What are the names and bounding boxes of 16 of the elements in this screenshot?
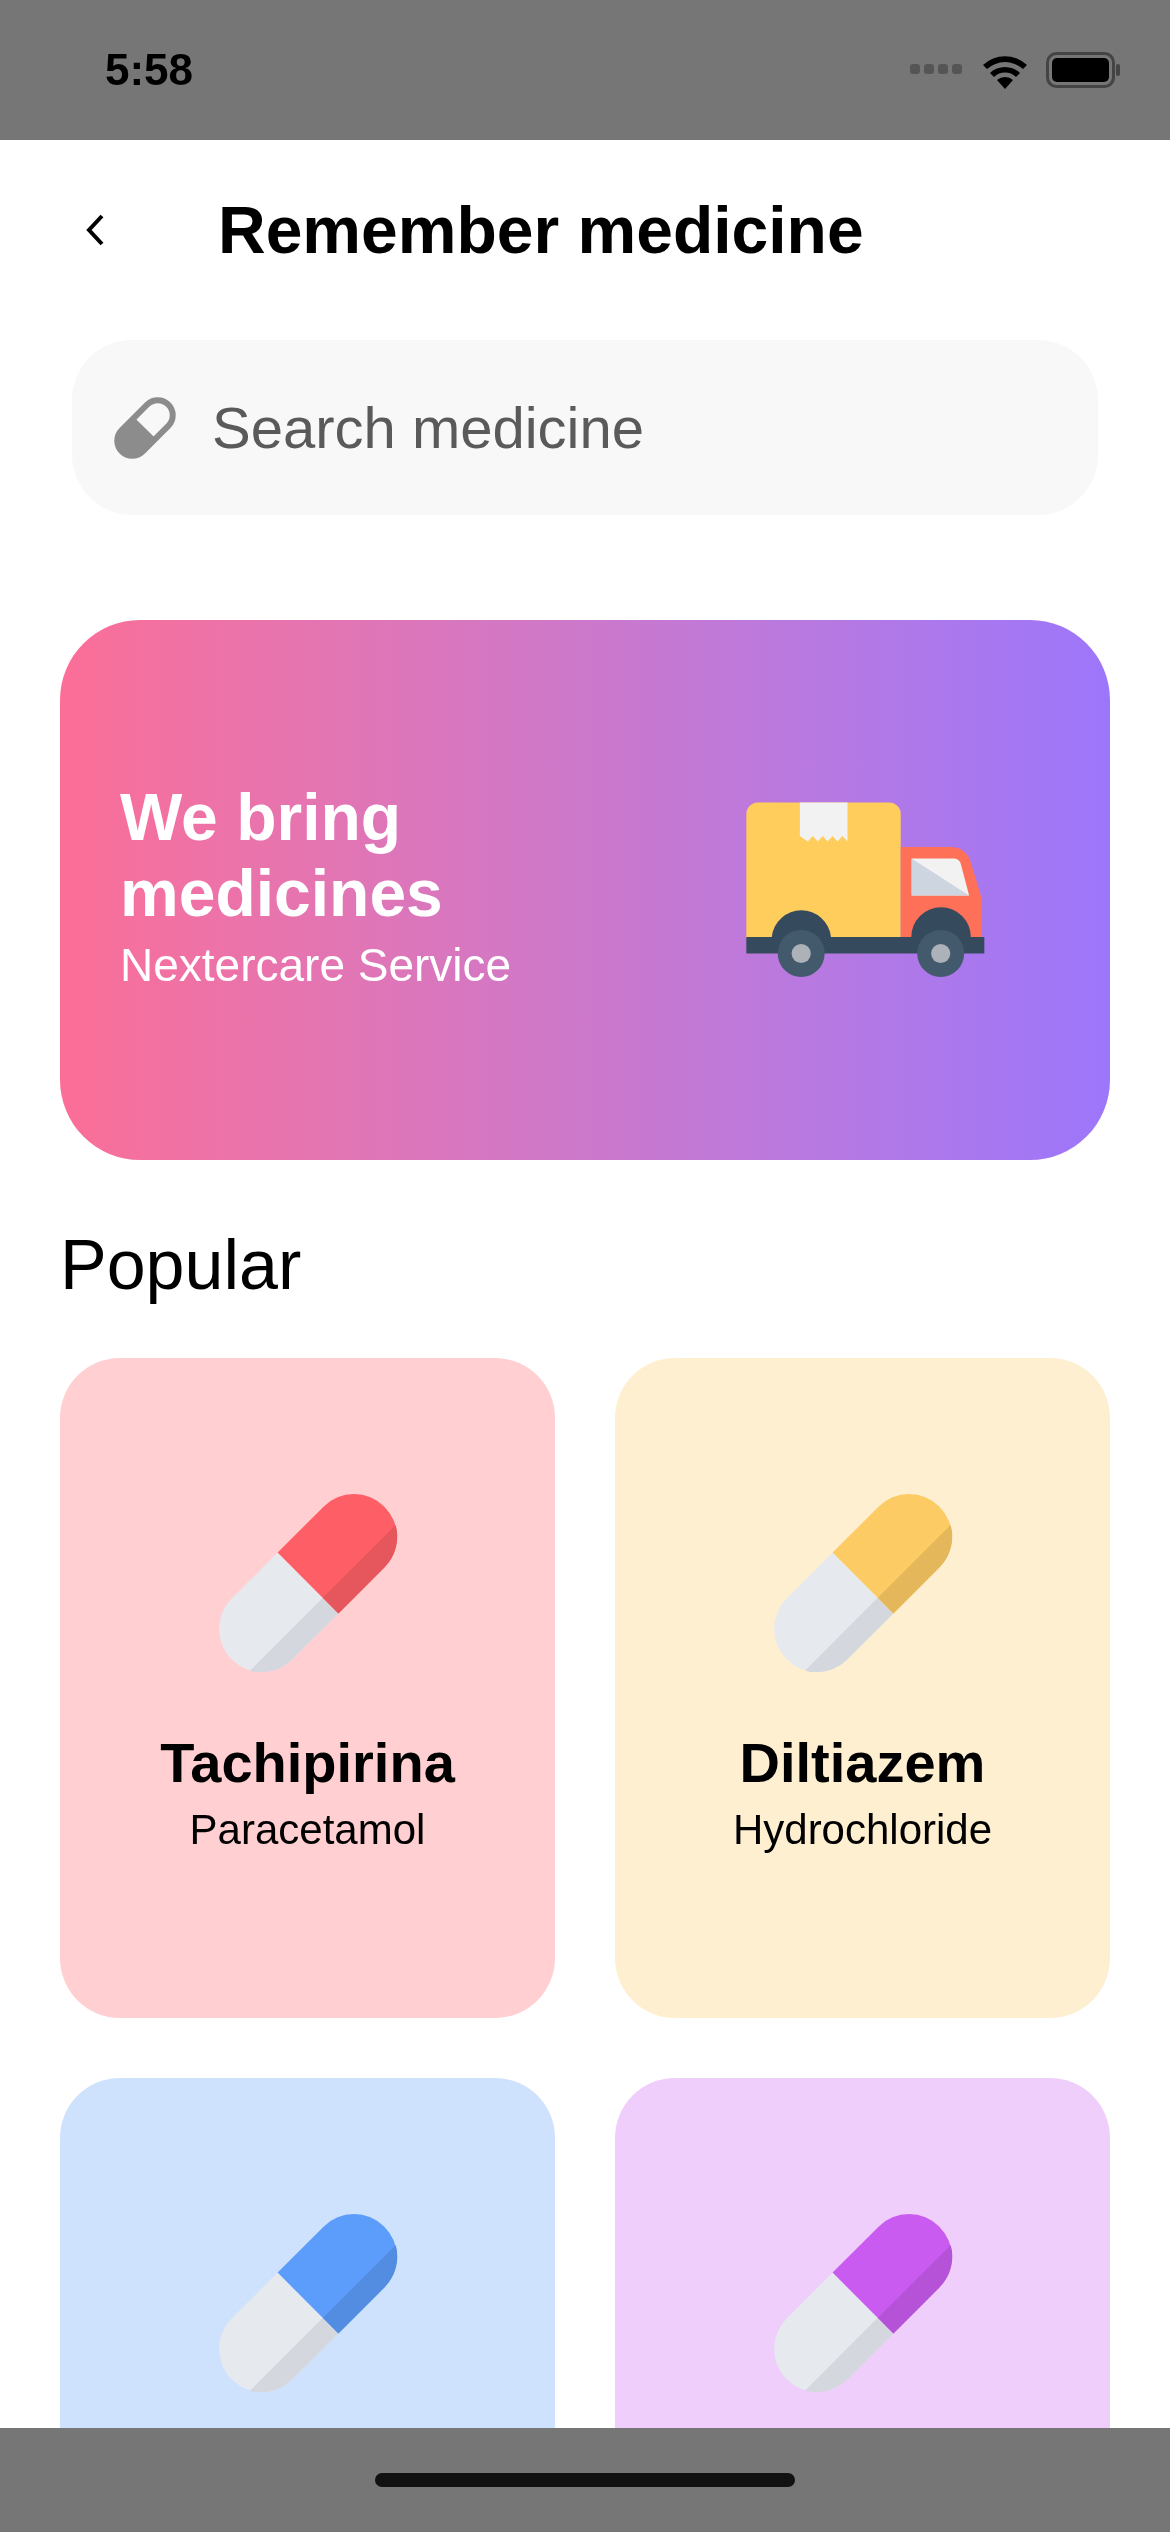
page-title: Remember medicine: [218, 191, 864, 269]
medicine-detail: Paracetamol: [189, 1805, 426, 1855]
signal-icon: [910, 64, 964, 76]
back-icon: [84, 212, 106, 248]
medicine-card[interactable]: Tachipirina Paracetamol: [60, 1358, 555, 2018]
medicine-detail: Hydrochloride: [732, 1805, 993, 1855]
medicine-name: Diltiazem: [739, 1730, 986, 1796]
status-time: 5:58: [105, 44, 194, 96]
truck-icon: [745, 801, 985, 979]
medicine-name: Tachipirina: [160, 1730, 455, 1796]
battery-icon: [1046, 52, 1120, 88]
banner-title: We bring medicines: [120, 779, 444, 932]
search-field[interactable]: Search medicine: [72, 340, 1098, 515]
medicine-card[interactable]: Diltiazem Hydrochloride: [615, 1358, 1110, 2018]
banner-subtitle: Nextercare Service: [120, 938, 513, 994]
search-input[interactable]: Search medicine: [212, 384, 1062, 471]
